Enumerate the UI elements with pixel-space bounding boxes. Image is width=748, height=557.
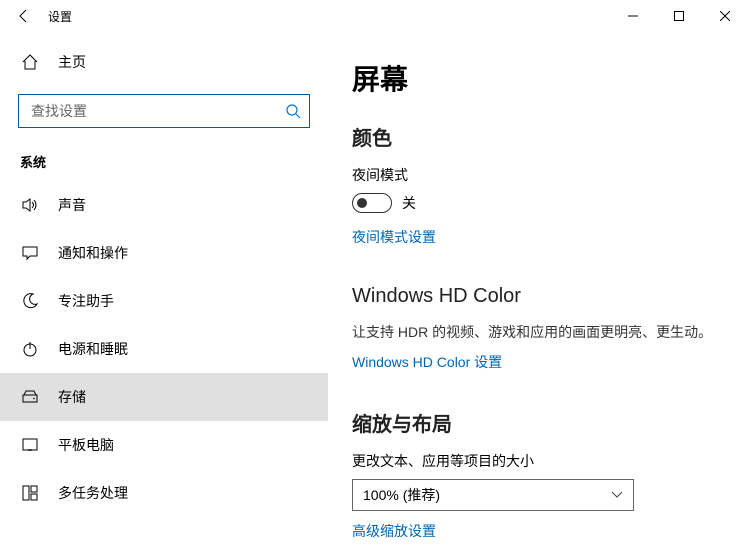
page-title: 屏幕	[352, 58, 724, 98]
speaker-icon	[20, 195, 40, 215]
section-scale-heading: 缩放与布局	[352, 408, 724, 437]
content: 屏幕 颜色 夜间模式 关 夜间模式设置 Windows HD Color 让支持…	[328, 32, 748, 557]
sidebar-item-label: 电源和睡眠	[58, 339, 128, 359]
power-icon	[20, 339, 40, 359]
section-color-heading: 颜色	[352, 122, 724, 151]
home-label: 主页	[58, 52, 86, 72]
sidebar-item-label: 存储	[58, 387, 86, 407]
search-input[interactable]	[31, 103, 285, 119]
sidebar-item-label: 通知和操作	[58, 243, 128, 263]
section-hdcolor-heading: Windows HD Color	[352, 285, 724, 308]
moon-icon	[20, 291, 40, 311]
night-mode-settings-link[interactable]: 夜间模式设置	[352, 227, 436, 247]
sidebar-item-multitask[interactable]: 多任务处理	[0, 469, 328, 517]
advanced-scale-link[interactable]: 高级缩放设置	[352, 521, 436, 541]
message-icon	[20, 243, 40, 263]
hdcolor-settings-link[interactable]: Windows HD Color 设置	[352, 352, 502, 372]
multitask-icon	[20, 483, 40, 503]
home-link[interactable]: 主页	[0, 42, 328, 82]
night-mode-label: 夜间模式	[352, 165, 724, 185]
sidebar-item-tablet[interactable]: 平板电脑	[0, 421, 328, 469]
sidebar-item-storage[interactable]: 存储	[0, 373, 328, 421]
sidebar-item-notifications[interactable]: 通知和操作	[0, 229, 328, 277]
window-title: 设置	[44, 8, 72, 25]
scale-dropdown[interactable]: 100% (推荐)	[352, 479, 634, 511]
sidebar-item-power[interactable]: 电源和睡眠	[0, 325, 328, 373]
back-button[interactable]	[4, 0, 44, 32]
sidebar-item-focus[interactable]: 专注助手	[0, 277, 328, 325]
drive-icon	[20, 387, 40, 407]
sidebar: 主页 系统 声音 通知和操作	[0, 32, 328, 557]
toggle-state: 关	[402, 193, 416, 213]
sidebar-item-label: 专注助手	[58, 291, 114, 311]
hdcolor-desc: 让支持 HDR 的视频、游戏和应用的画面更明亮、更生动。	[352, 322, 724, 342]
home-icon	[20, 52, 40, 72]
minimize-button[interactable]	[610, 0, 656, 32]
night-mode-toggle[interactable]	[352, 193, 392, 213]
sidebar-item-label: 声音	[58, 195, 86, 215]
sidebar-group-label: 系统	[0, 138, 328, 181]
maximize-button[interactable]	[656, 0, 702, 32]
chevron-down-icon	[611, 491, 623, 499]
tablet-icon	[20, 435, 40, 455]
close-button[interactable]	[702, 0, 748, 32]
search-icon	[285, 103, 301, 119]
toggle-knob	[357, 198, 367, 208]
window-controls	[610, 0, 748, 32]
text-size-label: 更改文本、应用等项目的大小	[352, 451, 724, 471]
search-box[interactable]	[18, 94, 310, 128]
sidebar-item-sound[interactable]: 声音	[0, 181, 328, 229]
sidebar-item-label: 多任务处理	[58, 483, 128, 503]
dropdown-value: 100% (推荐)	[363, 485, 440, 505]
sidebar-item-label: 平板电脑	[58, 435, 114, 455]
titlebar: 设置	[0, 0, 748, 32]
